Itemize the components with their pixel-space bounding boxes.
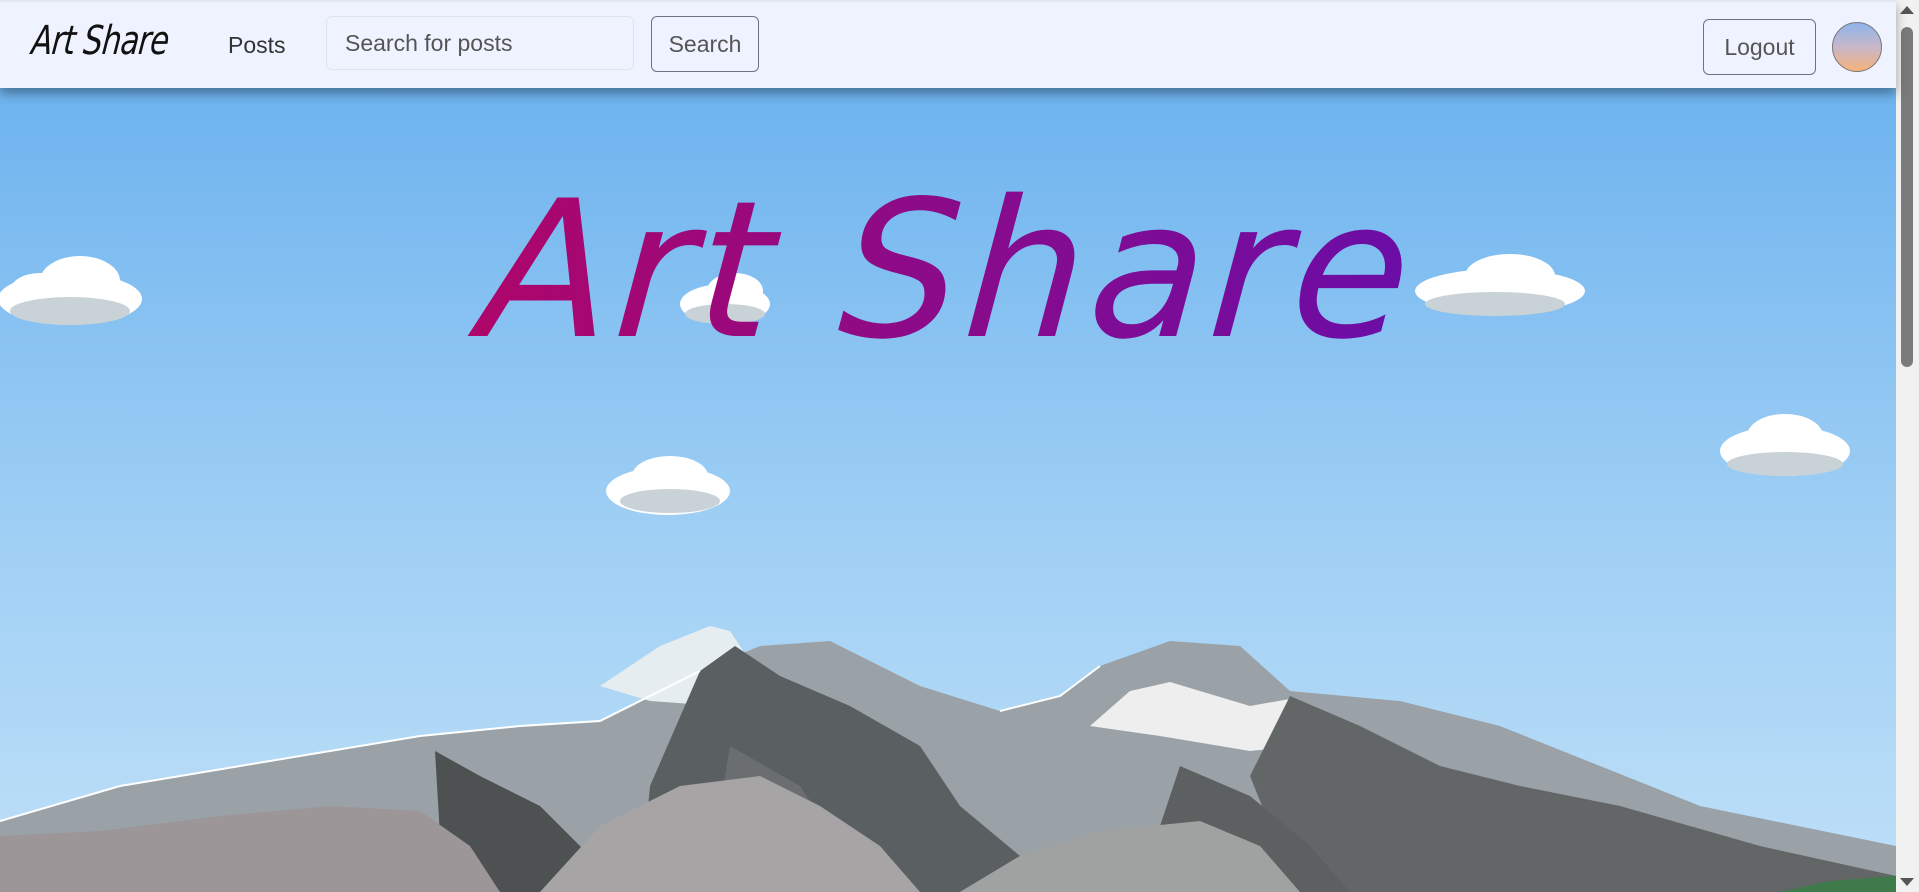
hero-banner: Art Share <box>0 86 1896 892</box>
logout-button[interactable]: Logout <box>1703 19 1816 75</box>
nav-link-posts[interactable]: Posts <box>228 32 286 59</box>
vertical-scrollbar[interactable] <box>1896 0 1919 892</box>
user-avatar-icon[interactable] <box>1832 22 1882 72</box>
brand-logo[interactable]: Art Share <box>30 18 171 64</box>
scroll-down-arrow-icon[interactable] <box>1900 878 1914 886</box>
hero-title: Art Share <box>0 160 1896 381</box>
cloud-icon <box>1720 414 1850 476</box>
search-input[interactable] <box>326 16 634 70</box>
scroll-up-arrow-icon[interactable] <box>1900 6 1914 14</box>
cloud-icon <box>606 456 730 515</box>
search-button[interactable]: Search <box>651 16 759 72</box>
scrollbar-thumb[interactable] <box>1901 27 1913 367</box>
navbar: Art Share Posts Search Logout <box>0 0 1896 88</box>
